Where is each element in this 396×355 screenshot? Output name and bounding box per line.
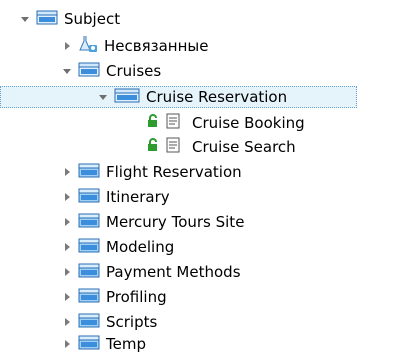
folder-icon [114,87,140,107]
tree-node-subject[interactable]: Subject [18,8,120,30]
collapsed-arrow-icon[interactable] [60,337,74,351]
tree-node-folder[interactable]: Profiling [60,286,167,308]
folder-icon [78,287,100,307]
collapsed-arrow-icon[interactable] [60,165,74,179]
tree-node-folder[interactable]: Payment Methods [60,261,241,283]
collapsed-arrow-icon[interactable] [60,215,74,229]
expanded-arrow-icon[interactable] [60,64,74,78]
collapsed-arrow-icon[interactable] [60,190,74,204]
tree-node-folder[interactable]: Flight Reservation [60,161,242,183]
tree-node-label: Cruise Reservation [146,88,288,106]
folder-icon [78,212,100,232]
folder-icon [78,262,100,282]
tree-node-cruises[interactable]: Cruises [60,60,161,82]
tree-node-label: Scripts [106,313,158,331]
test-document-icon [166,137,180,157]
unattached-items-icon [78,35,98,57]
tree-node-label: Temp [106,335,146,353]
folder-icon [36,9,58,29]
tree-node-folder[interactable]: Temp [60,333,146,355]
lock-icon [146,138,160,156]
tree-node-cruise-reservation[interactable]: Cruise Reservation [0,86,357,108]
folder-icon [78,312,100,332]
collapsed-arrow-icon[interactable] [60,315,74,329]
folder-icon [78,187,100,207]
tree-node-cruise-search[interactable]: Cruise Search [146,136,296,158]
tree-node-label: Itinerary [106,188,170,206]
tree-node-label: Flight Reservation [106,163,242,181]
expanded-arrow-icon[interactable] [18,12,32,26]
tree-node-label: Modeling [106,238,175,256]
collapsed-arrow-icon[interactable] [60,265,74,279]
subject-tree: Subject Несвязанные Cruises Cruise Reser… [0,0,396,353]
lock-icon [146,114,160,132]
tree-node-unattached[interactable]: Несвязанные [60,35,208,57]
collapsed-arrow-icon[interactable] [60,240,74,254]
tree-node-label: Mercury Tours Site [106,213,245,231]
tree-node-folder[interactable]: Scripts [60,311,157,333]
test-document-icon [166,113,180,133]
tree-node-label: Несвязанные [104,37,209,55]
tree-node-label: Payment Methods [106,263,241,281]
folder-icon [78,237,100,257]
tree-node-label: Cruise Booking [192,114,305,132]
folder-icon [78,162,100,182]
tree-node-label: Subject [64,10,121,28]
collapsed-arrow-icon[interactable] [60,290,74,304]
tree-node-label: Profiling [106,288,167,306]
collapsed-arrow-icon[interactable] [60,39,74,53]
expanded-arrow-icon[interactable] [96,90,110,104]
tree-node-cruise-booking[interactable]: Cruise Booking [146,112,305,134]
folder-icon [78,61,100,81]
folder-icon [78,334,100,354]
tree-node-label: Cruise Search [192,138,296,156]
tree-node-label: Cruises [106,62,162,80]
tree-node-folder[interactable]: Modeling [60,236,174,258]
tree-node-folder[interactable]: Mercury Tours Site [60,211,244,233]
tree-node-folder[interactable]: Itinerary [60,186,170,208]
